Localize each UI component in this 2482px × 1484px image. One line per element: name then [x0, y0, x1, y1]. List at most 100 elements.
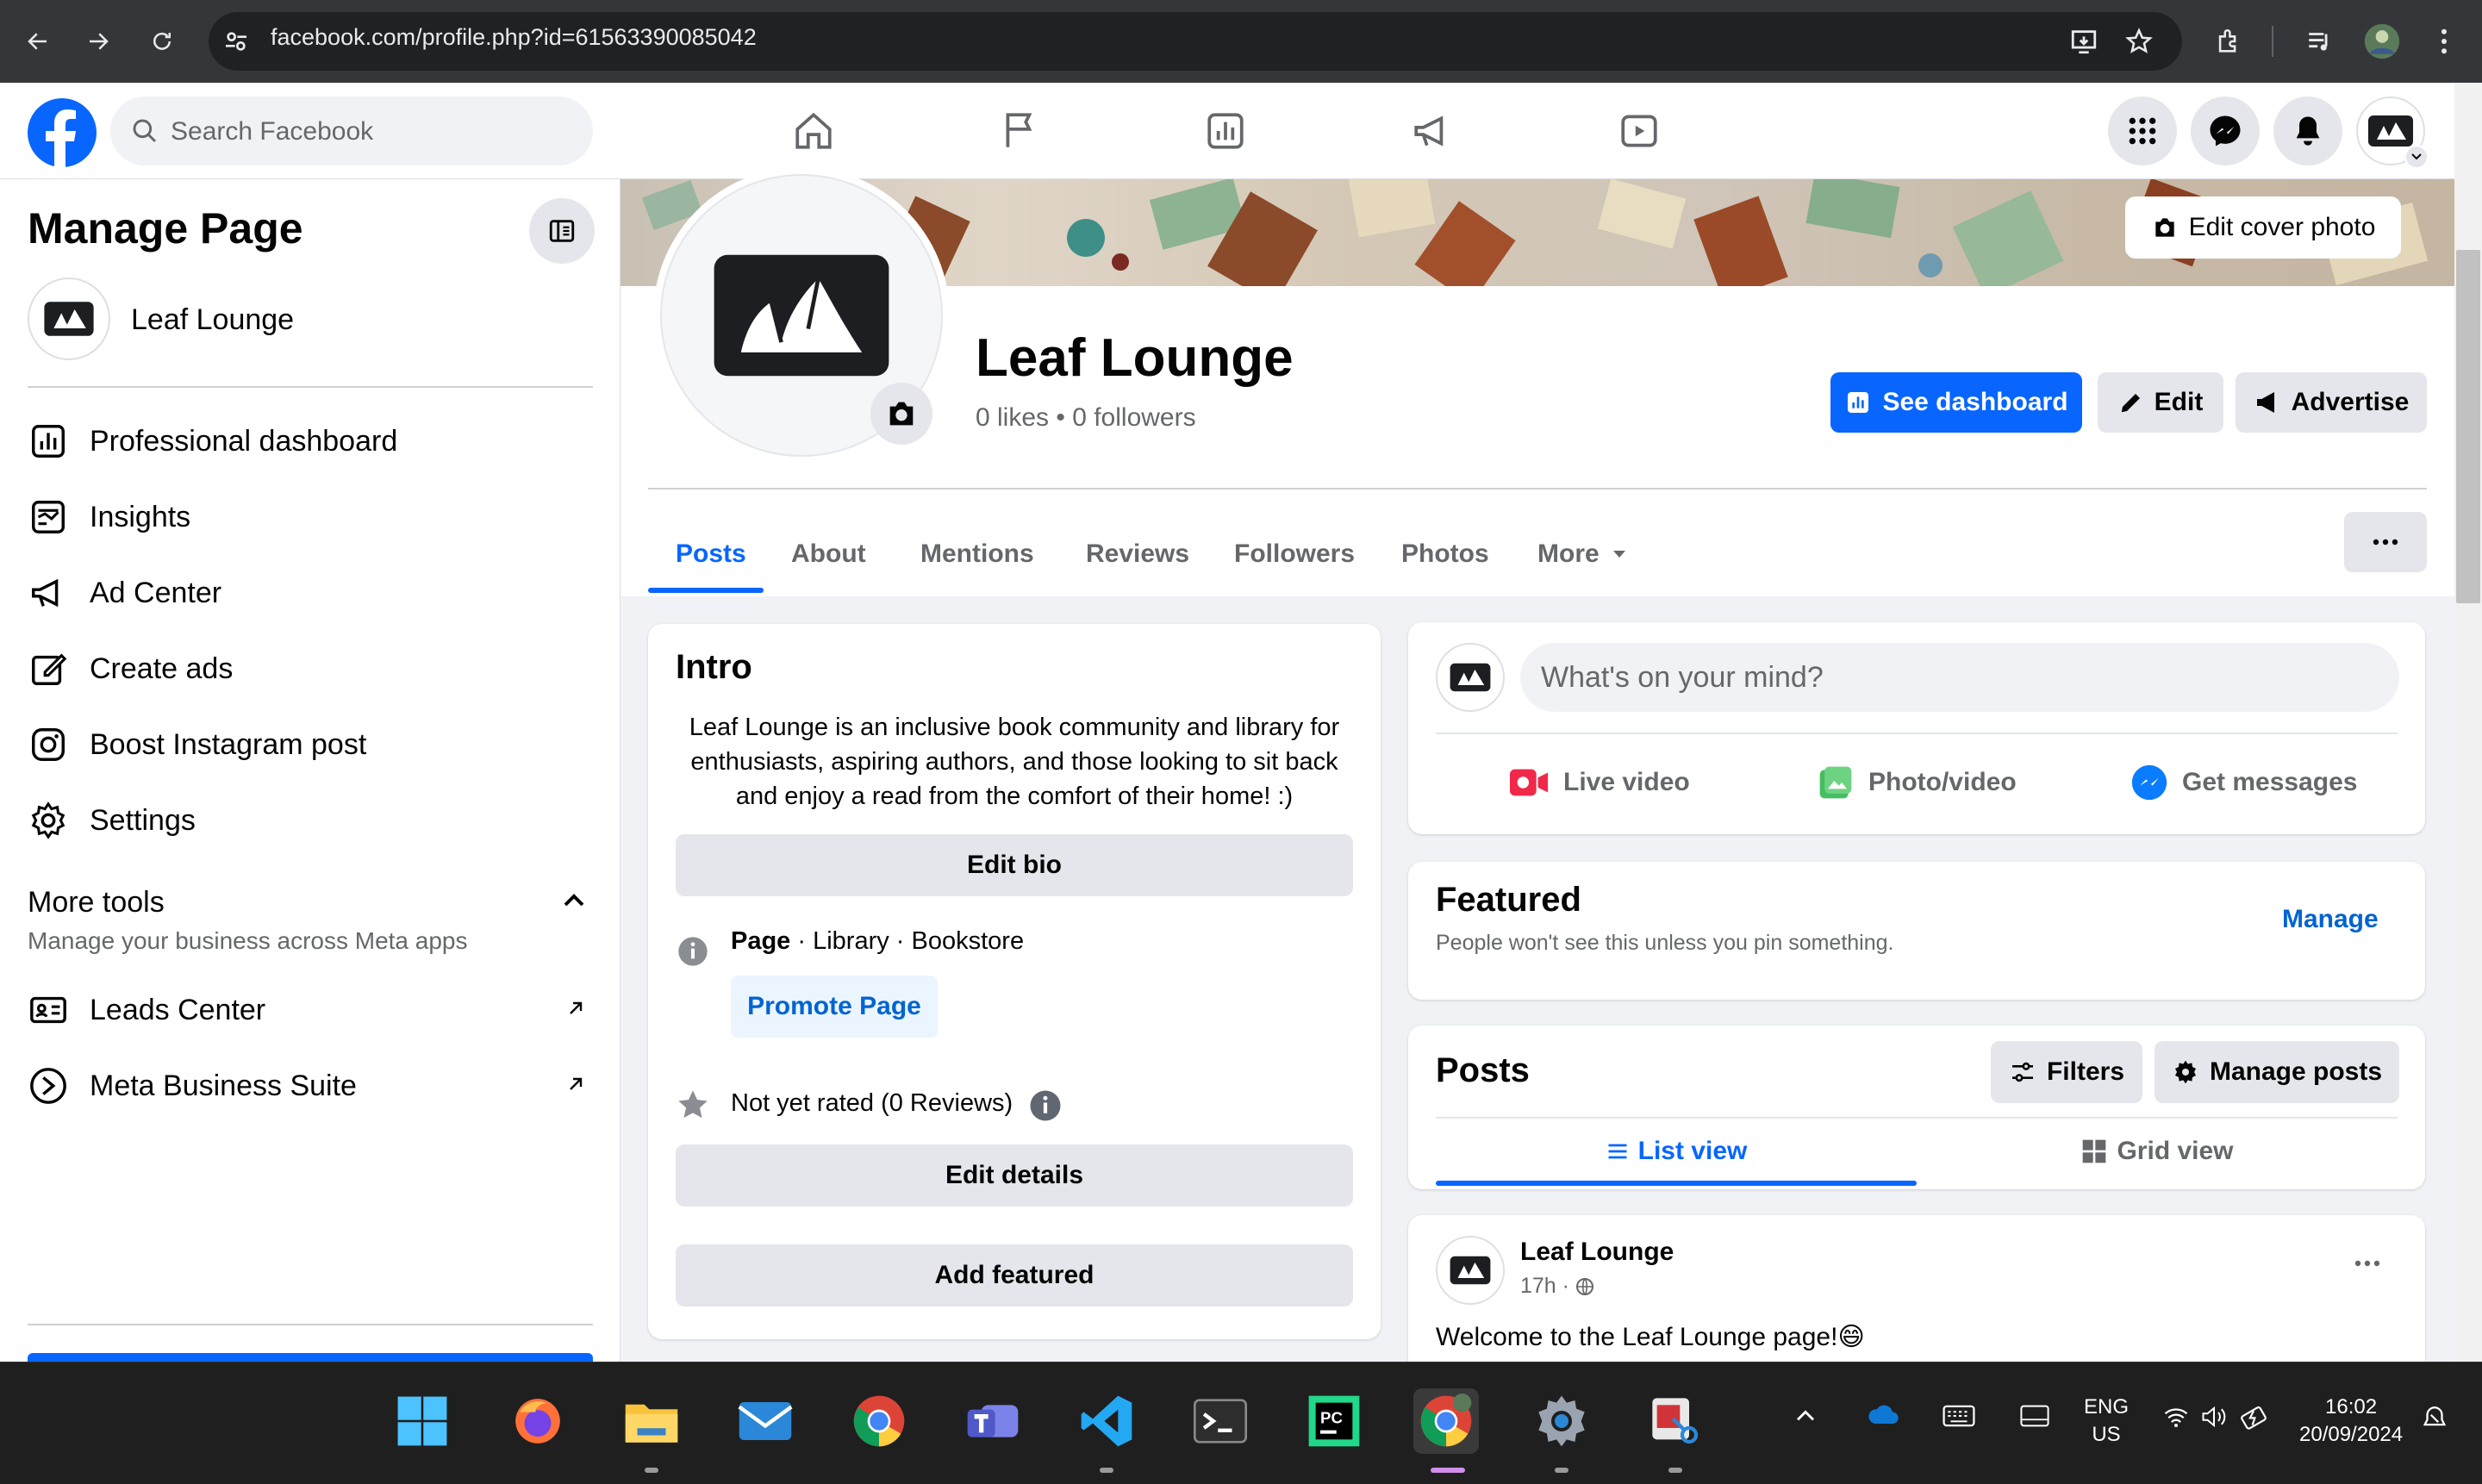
sidebar-item-settings[interactable]: Settings: [28, 786, 593, 855]
volume-icon[interactable]: [2201, 1406, 2227, 1428]
facebook-logo-icon[interactable]: [28, 98, 97, 167]
profile-avatar-icon[interactable]: [2354, 14, 2410, 69]
get-messages-button[interactable]: Get messages: [2130, 751, 2357, 814]
forward-button[interactable]: [71, 14, 126, 69]
add-featured-button[interactable]: Add featured: [676, 1244, 1353, 1306]
post-timestamp[interactable]: 17h ·: [1520, 1274, 1595, 1299]
edit-bio-button[interactable]: Edit bio: [676, 834, 1353, 896]
nav-flag-icon[interactable]: [979, 100, 1062, 162]
nav-ads-megaphone-icon[interactable]: [1391, 100, 1474, 162]
tab-photos[interactable]: Photos: [1401, 517, 1489, 591]
file-explorer-icon[interactable]: [619, 1388, 684, 1454]
whats-on-your-mind-input[interactable]: What's on your mind?: [1520, 643, 2399, 712]
sidebar-item-insights[interactable]: Insights: [28, 483, 593, 552]
tablet-mode-icon[interactable]: [2020, 1404, 2049, 1428]
pycharm-icon[interactable]: PC: [1301, 1388, 1367, 1454]
site-info-icon[interactable]: [222, 28, 250, 55]
url-text[interactable]: facebook.com/profile.php?id=615633900850…: [271, 24, 757, 51]
input-language[interactable]: ENG US: [2084, 1394, 2129, 1449]
chevron-up-icon[interactable]: [562, 891, 586, 908]
tab-more[interactable]: More: [1537, 517, 1627, 591]
composer-avatar[interactable]: [1436, 643, 1505, 712]
advertise-button[interactable]: Advertise: [2236, 372, 2427, 433]
scrollbar-thumb[interactable]: [2456, 250, 2480, 603]
mail-icon[interactable]: [733, 1388, 798, 1454]
grid-view-tab[interactable]: Grid view: [1917, 1120, 2398, 1182]
tab-about[interactable]: About: [791, 517, 866, 591]
sidebar-item-label: Meta Business Suite: [90, 1069, 357, 1102]
featured-manage-link[interactable]: Manage: [2282, 905, 2379, 934]
wifi-icon[interactable]: [2163, 1406, 2189, 1428]
sidebar-item-ad-center[interactable]: Ad Center: [28, 558, 593, 627]
sidebar-primary-button[interactable]: [28, 1353, 593, 1362]
active-tab-indicator: [648, 588, 764, 593]
reload-button[interactable]: [134, 14, 190, 69]
sidebar-item-boost-instagram[interactable]: Boost Instagram post: [28, 710, 593, 779]
more-tools-title[interactable]: More tools: [28, 886, 165, 920]
chrome-icon[interactable]: [846, 1388, 912, 1454]
onedrive-cloud-icon[interactable]: [1867, 1404, 1901, 1426]
media-control-icon[interactable]: [2292, 14, 2348, 69]
install-app-icon[interactable]: [2056, 14, 2111, 69]
live-video-button[interactable]: Live video: [1510, 751, 1690, 814]
sidebar-tool-leads-center[interactable]: Leads Center: [28, 976, 593, 1044]
battery-charging-icon[interactable]: [2239, 1404, 2268, 1430]
search-placeholder[interactable]: Search Facebook: [171, 117, 373, 147]
messenger-icon[interactable]: [2191, 97, 2260, 165]
page-stats[interactable]: 0 likes • 0 followers: [976, 403, 1196, 433]
browser-menu-icon[interactable]: [2417, 14, 2472, 69]
clock[interactable]: 16:02 20/09/2024: [2299, 1394, 2403, 1449]
post-author-avatar[interactable]: [1436, 1236, 1505, 1305]
nav-home-icon[interactable]: [772, 100, 855, 162]
teams-icon[interactable]: [960, 1388, 1026, 1454]
sidebar-item-professional-dashboard[interactable]: Professional dashboard: [28, 407, 593, 476]
promote-page-button[interactable]: Promote Page: [731, 976, 938, 1038]
messenger-icon: [2130, 764, 2168, 801]
manage-posts-button[interactable]: Manage posts: [2155, 1041, 2399, 1103]
terminal-icon[interactable]: [1188, 1388, 1253, 1454]
sidebar-tool-meta-business-suite[interactable]: Meta Business Suite: [28, 1051, 593, 1120]
notification-center-icon[interactable]: [2420, 1404, 2449, 1433]
post-options-icon[interactable]: [2353, 1260, 2382, 1267]
vscode-icon[interactable]: [1074, 1388, 1139, 1454]
manage-page-sidebar: Manage Page Leaf Lounge Professional das…: [0, 179, 620, 1362]
tab-mentions[interactable]: Mentions: [920, 517, 1034, 591]
nav-insights-icon[interactable]: [1184, 100, 1267, 162]
edit-cover-photo-button[interactable]: Edit cover photo: [2125, 196, 2401, 259]
tab-posts[interactable]: Posts: [676, 517, 746, 591]
photo-video-button[interactable]: Photo/video: [1817, 751, 2017, 814]
insights-icon: [28, 496, 69, 538]
tab-reviews[interactable]: Reviews: [1086, 517, 1189, 591]
post-author-name[interactable]: Leaf Lounge: [1520, 1238, 1674, 1267]
firefox-icon[interactable]: [505, 1388, 571, 1454]
snipping-tool-icon[interactable]: [1643, 1388, 1708, 1454]
edit-details-button[interactable]: Edit details: [676, 1144, 1353, 1207]
bookmark-star-icon[interactable]: [2111, 14, 2167, 69]
filters-button[interactable]: Filters: [1991, 1041, 2142, 1103]
update-profile-picture-camera-icon[interactable]: [870, 383, 932, 445]
list-view-tab[interactable]: List view: [1436, 1120, 1917, 1182]
account-chevron-down-icon[interactable]: [2404, 145, 2429, 169]
tab-followers[interactable]: Followers: [1234, 517, 1355, 591]
more-options-icon[interactable]: [2344, 512, 2427, 572]
sidebar-page-name[interactable]: Leaf Lounge: [131, 303, 294, 337]
rating-info-icon[interactable]: [1027, 1088, 1063, 1124]
sidebar-item-create-ads[interactable]: Create ads: [28, 634, 593, 703]
back-button[interactable]: [10, 14, 65, 69]
chrome-active-icon[interactable]: [1413, 1388, 1479, 1454]
edit-page-button[interactable]: Edit: [2098, 372, 2223, 433]
extensions-icon[interactable]: [2201, 14, 2256, 69]
nav-video-icon[interactable]: [1598, 100, 1681, 162]
collapse-sidebar-icon[interactable]: [529, 198, 595, 264]
see-dashboard-button[interactable]: See dashboard: [1830, 372, 2082, 433]
show-hidden-icons-chevron-up-icon[interactable]: [1794, 1407, 1817, 1423]
search-box[interactable]: Search Facebook: [110, 97, 593, 165]
settings-gear-icon[interactable]: [1529, 1388, 1594, 1454]
menu-grid-icon[interactable]: [2108, 97, 2177, 165]
page-avatar[interactable]: [28, 277, 110, 360]
sidebar-item-label: Insights: [90, 500, 191, 533]
notifications-bell-icon[interactable]: [2273, 97, 2342, 165]
leads-icon: [28, 989, 69, 1031]
windows-start-icon[interactable]: [390, 1388, 455, 1454]
keyboard-icon[interactable]: [1943, 1404, 1975, 1428]
